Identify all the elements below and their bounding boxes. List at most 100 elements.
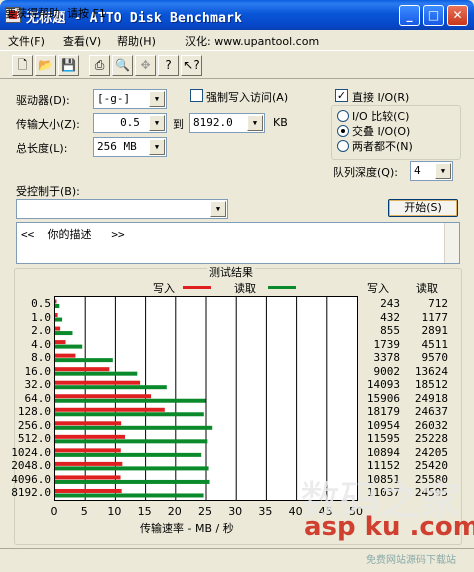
status-text: 要获得帮助, 请按 F1 bbox=[5, 7, 106, 20]
force-write-checkbox[interactable] bbox=[190, 89, 203, 102]
open-icon[interactable]: 📂 bbox=[35, 55, 56, 76]
value-read: 712 bbox=[428, 297, 448, 310]
value-write: 10894 bbox=[366, 445, 400, 459]
save-icon[interactable]: 💾 bbox=[58, 55, 79, 76]
transfer-from-select[interactable]: 0.5 ▼ bbox=[93, 113, 167, 133]
help-icon[interactable]: ? bbox=[158, 55, 179, 76]
chevron-down-icon[interactable]: ▼ bbox=[149, 91, 165, 107]
bar-read bbox=[55, 412, 204, 417]
print-preview-icon[interactable]: 🔍 bbox=[112, 55, 133, 76]
direct-io-checkbox[interactable]: ✓ bbox=[335, 89, 348, 102]
total-length-value: 256 MB bbox=[97, 140, 137, 153]
results-caption: 测试结果 bbox=[207, 264, 255, 280]
bar-read bbox=[55, 317, 63, 322]
bar-read bbox=[55, 398, 206, 403]
mode-radio-overlapped[interactable] bbox=[337, 125, 349, 137]
start-button[interactable]: 开始(S) bbox=[388, 199, 458, 217]
mode-radio-neither[interactable] bbox=[337, 140, 349, 152]
menu-file[interactable]: 文件(F) bbox=[8, 33, 45, 49]
value-write: 11595 bbox=[366, 432, 400, 446]
y-tick-label: 32.0 bbox=[24, 378, 52, 392]
value-read: 25228 bbox=[414, 432, 448, 446]
drive-label: 驱动器(D): bbox=[16, 94, 70, 107]
bar-read bbox=[55, 452, 202, 457]
close-button[interactable]: ✕ bbox=[447, 5, 468, 26]
bar-read bbox=[55, 493, 204, 498]
new-icon[interactable]: 🗋 bbox=[12, 55, 33, 76]
legend-write-label: 写入 bbox=[153, 282, 175, 295]
y-tick-label: 256.0 bbox=[17, 418, 51, 432]
x-tick-label: 0 bbox=[50, 505, 58, 518]
x-tick-label: 5 bbox=[80, 505, 88, 518]
y-tick-label: 16.0 bbox=[24, 364, 52, 378]
menu-view[interactable]: 查看(V) bbox=[63, 33, 101, 49]
bar-write bbox=[55, 367, 110, 372]
column-read-header: 读取 bbox=[416, 282, 438, 295]
mode-option-compare: I/O 比较(C) bbox=[352, 110, 410, 123]
bar-read bbox=[55, 479, 210, 484]
bar-read bbox=[55, 385, 167, 390]
drive-value: [-g-] bbox=[97, 92, 131, 105]
value-write: 855 bbox=[380, 324, 400, 338]
value-read: 24918 bbox=[414, 391, 448, 405]
move-icon[interactable]: ✥ bbox=[135, 55, 156, 76]
value-write: 18179 bbox=[366, 405, 400, 419]
value-read: 9570 bbox=[421, 351, 449, 365]
chevron-down-icon[interactable]: ▼ bbox=[210, 201, 226, 217]
description-field[interactable]: << 你的描述 >> bbox=[16, 222, 460, 264]
menu-credit: 汉化: www.upantool.com bbox=[185, 35, 320, 48]
mode-option-neither: 两者都不(N) bbox=[352, 140, 413, 153]
x-tick-label: 30 bbox=[228, 505, 243, 518]
bar-read bbox=[55, 331, 73, 336]
x-axis-label: 传输速率 - MB / 秒 bbox=[140, 522, 234, 535]
value-read: 4511 bbox=[421, 337, 449, 351]
transfer-from-value: 0.5 bbox=[120, 116, 140, 129]
bar-write bbox=[55, 488, 122, 493]
chevron-down-icon[interactable]: ▼ bbox=[247, 115, 263, 131]
bar-write bbox=[55, 421, 122, 426]
bar-write bbox=[55, 340, 66, 345]
y-tick-label: 4096.0 bbox=[11, 472, 51, 486]
y-tick-label: 0.5 bbox=[31, 297, 51, 310]
bar-read bbox=[55, 439, 208, 444]
minimize-button[interactable]: _ bbox=[399, 5, 420, 26]
legend-write-swatch bbox=[183, 286, 211, 289]
mode-option-overlapped: 交叠 I/O(O) bbox=[352, 125, 411, 138]
print-icon[interactable]: ⎙ bbox=[89, 55, 110, 76]
transfer-to-select[interactable]: 8192.0 ▼ bbox=[189, 113, 265, 133]
column-write-header: 写入 bbox=[367, 282, 389, 295]
drive-select[interactable]: [-g-] ▼ bbox=[93, 89, 167, 109]
bar-read bbox=[55, 358, 113, 363]
legend-read-swatch bbox=[268, 286, 296, 289]
y-tick-label: 2048.0 bbox=[11, 459, 51, 473]
bar-read bbox=[55, 425, 213, 430]
y-tick-label: 128.0 bbox=[17, 405, 51, 419]
bar-read bbox=[55, 371, 138, 376]
y-tick-label: 4.0 bbox=[31, 337, 51, 351]
y-tick-label: 512.0 bbox=[17, 432, 51, 446]
total-length-select[interactable]: 256 MB ▼ bbox=[93, 137, 167, 157]
mode-radio-compare[interactable] bbox=[337, 110, 349, 122]
queue-depth-select[interactable]: 4 ▼ bbox=[410, 161, 453, 181]
bar-write bbox=[55, 380, 141, 385]
x-tick-label: 20 bbox=[167, 505, 182, 518]
context-help-icon[interactable]: ↖? bbox=[181, 55, 202, 76]
y-tick-label: 1024.0 bbox=[11, 445, 51, 459]
value-write: 15906 bbox=[366, 391, 400, 405]
description-scrollbar[interactable] bbox=[444, 223, 459, 263]
menu-help[interactable]: 帮助(H) bbox=[117, 33, 156, 49]
queue-depth-value: 4 bbox=[414, 164, 421, 177]
y-tick-label: 2.0 bbox=[31, 324, 51, 338]
controlled-by-select[interactable]: ▼ bbox=[16, 199, 228, 219]
chevron-down-icon[interactable]: ▼ bbox=[435, 163, 451, 179]
bar-write bbox=[55, 353, 76, 358]
chevron-down-icon[interactable]: ▼ bbox=[149, 115, 165, 131]
transfer-to-label: 到 bbox=[173, 118, 184, 131]
maximize-button[interactable]: □ bbox=[423, 5, 444, 26]
value-read: 1177 bbox=[421, 310, 449, 324]
value-read: 18512 bbox=[414, 378, 448, 392]
bar-write bbox=[55, 394, 152, 399]
bar-write bbox=[55, 299, 57, 304]
legend-read-label: 读取 bbox=[234, 282, 256, 295]
chevron-down-icon[interactable]: ▼ bbox=[149, 139, 165, 155]
